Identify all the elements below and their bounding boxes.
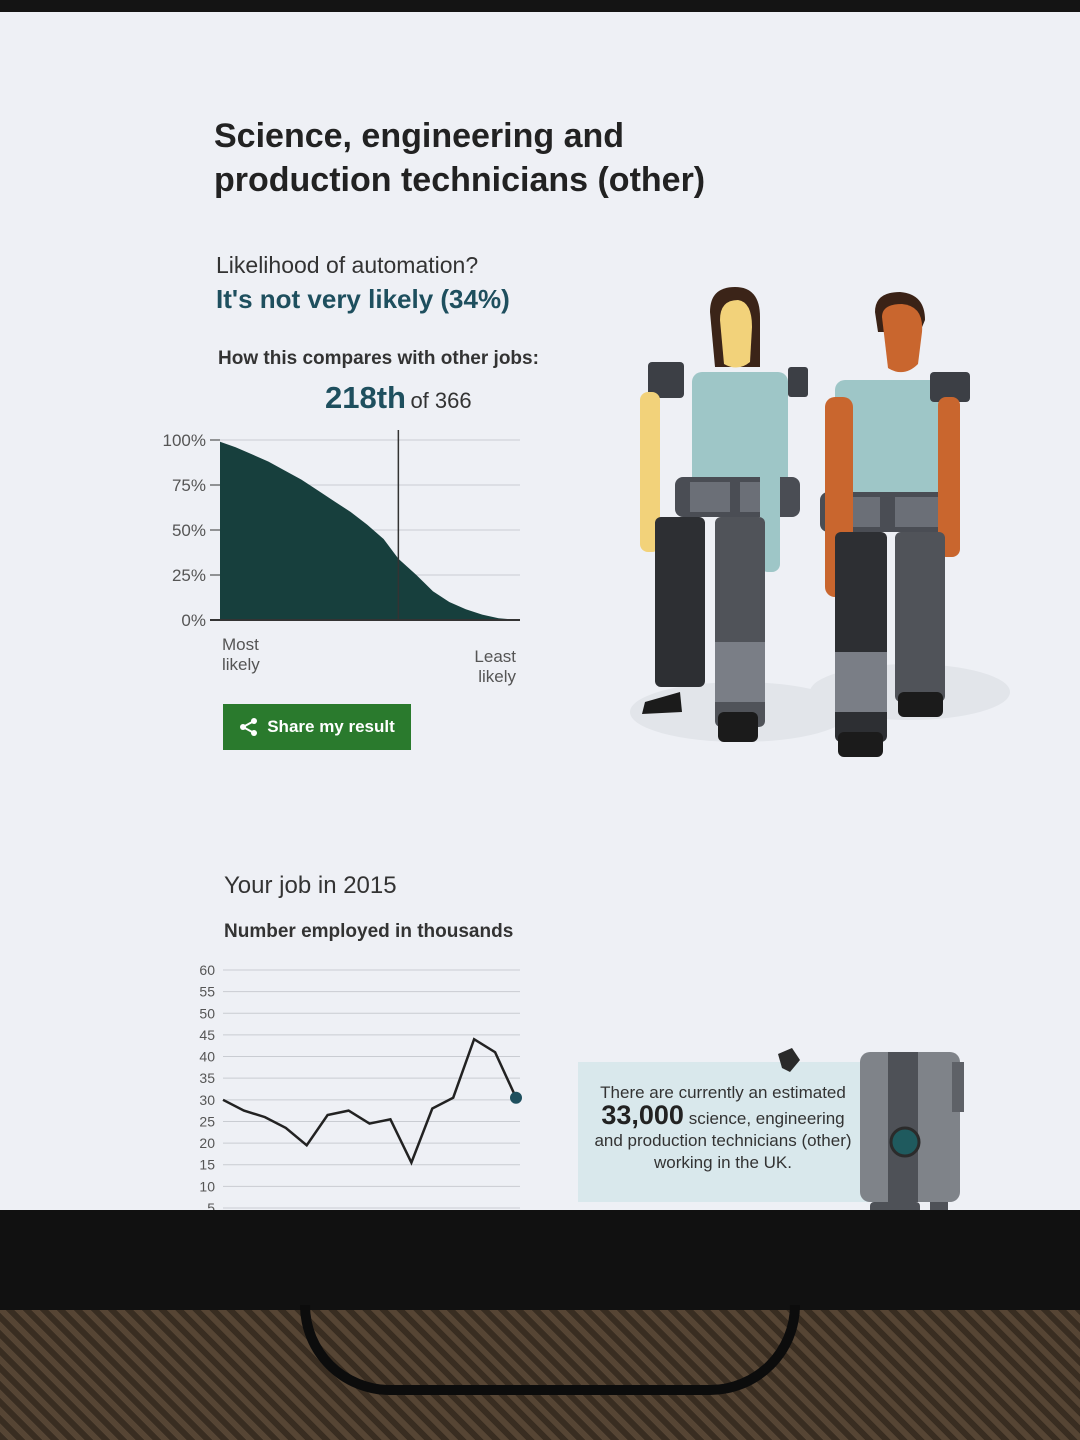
y-tick-label: 50%	[172, 521, 206, 540]
compare-label: How this compares with other jobs:	[218, 348, 539, 369]
automation-distribution-chart: 100% 75% 50% 25% 0% Most likely Least likely	[163, 430, 520, 686]
y-tick-label: 75%	[172, 476, 206, 495]
monitor-bezel-bottom	[0, 1210, 1080, 1320]
automation-question: Likelihood of automation?	[216, 252, 479, 278]
y-tick-label: 35	[199, 1070, 215, 1086]
browser-viewport: Science, engineering and production tech…	[0, 12, 1080, 1212]
page-title: Science, engineering and production tech…	[214, 117, 706, 199]
y-tick-label: 40	[199, 1049, 215, 1065]
y-tick-label: 10	[199, 1178, 215, 1194]
share-result-button[interactable]: Share my result	[223, 704, 411, 750]
y-tick-label: 55	[199, 984, 215, 1000]
robot-illustration	[778, 1048, 964, 1212]
rank-total: of 366	[410, 388, 472, 413]
y-tick-label: 100%	[163, 431, 206, 450]
share-icon	[240, 718, 258, 736]
y-tick-label: 30	[199, 1092, 215, 1108]
job-section-title: Your job in 2015	[224, 872, 397, 899]
automation-answer: It's not very likely (34%)	[216, 284, 510, 314]
y-tick-label: 60	[199, 962, 215, 978]
x-label-most-likely: Most likely	[222, 635, 260, 674]
y-tick-label: 50	[199, 1005, 215, 1021]
job-section-subtitle: Number employed in thousands	[224, 921, 514, 942]
y-tick-label: 45	[199, 1027, 215, 1043]
employment-latest-point	[510, 1091, 522, 1104]
y-tick-label: 20	[199, 1135, 215, 1151]
share-button-label: Share my result	[267, 717, 395, 736]
employment-line-chart: 60555045403530252015105	[199, 962, 522, 1212]
y-tick-label: 0%	[181, 611, 206, 630]
rank-number: 218th	[325, 380, 406, 415]
y-tick-label: 25	[199, 1113, 215, 1129]
rank-display: 218th of 366	[325, 380, 472, 416]
x-label-least-likely: Least likely	[474, 647, 516, 686]
y-tick-label: 15	[199, 1157, 215, 1173]
monitor-stand	[300, 1305, 800, 1395]
info-number: 33,000	[601, 1100, 684, 1130]
employment-line	[222, 1037, 518, 1166]
workers-illustration	[630, 287, 1010, 757]
distribution-area	[220, 441, 520, 620]
y-tick-label: 25%	[172, 566, 206, 585]
